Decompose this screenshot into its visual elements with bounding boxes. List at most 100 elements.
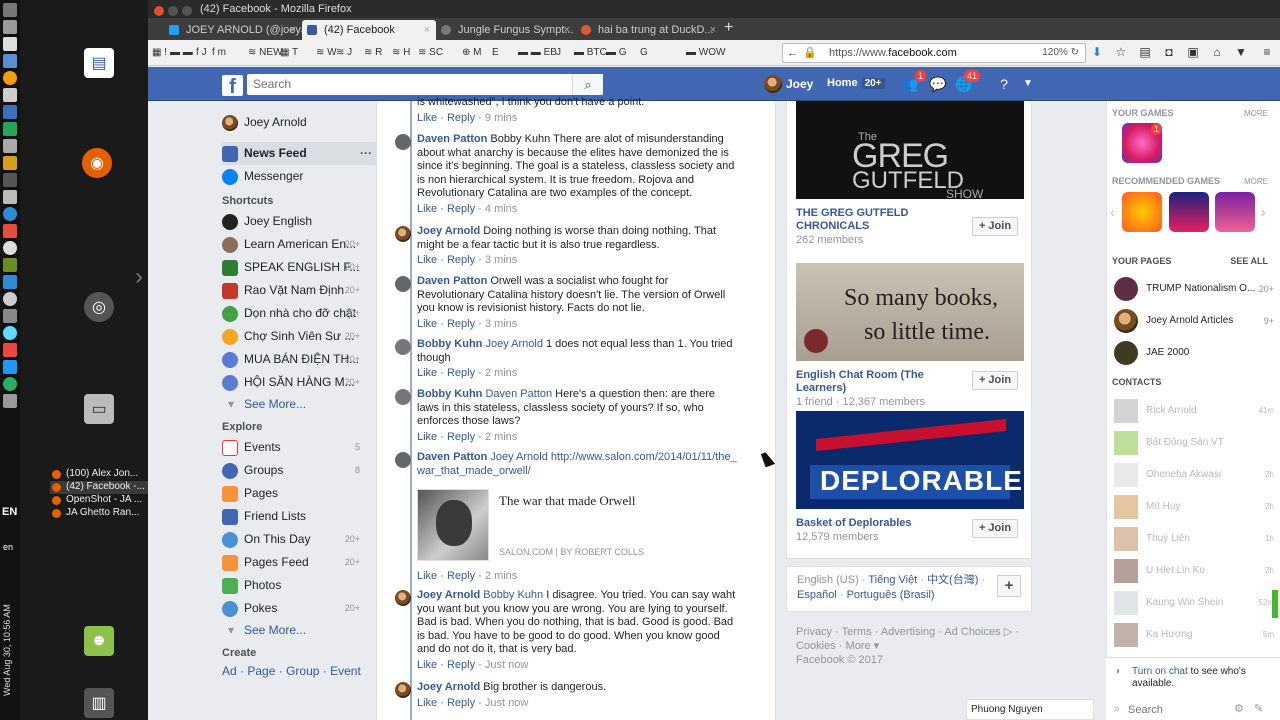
join-group-button[interactable]: + Join <box>972 217 1018 236</box>
account-menu-icon[interactable]: ▼ <box>1018 75 1038 93</box>
contact-item[interactable]: Bất Động Sản VT <box>1114 430 1274 456</box>
commenter-name[interactable]: Joey Arnold <box>417 589 480 601</box>
privacy-link[interactable]: Privacy <box>796 626 832 638</box>
bookmark-item[interactable]: f J <box>196 47 207 58</box>
messenger-icon[interactable]: 💬 <box>928 75 948 93</box>
like-link[interactable]: Like <box>417 697 437 709</box>
scrollbar-thumb[interactable] <box>1272 590 1278 618</box>
mention-link[interactable]: Joey Arnold <box>490 451 547 463</box>
ubuntu-icon[interactable]: ◎ <box>84 292 114 322</box>
turn-on-chat-link[interactable]: Turn on chat <box>1132 666 1188 677</box>
facebook-logo-icon[interactable]: f <box>222 75 243 96</box>
chat-tab[interactable]: Phuong Nguyen <box>966 699 1094 720</box>
commenter-name[interactable]: Daven Patton <box>417 451 487 463</box>
launcher-icon[interactable] <box>3 343 17 357</box>
reply-link[interactable]: Reply <box>447 659 475 671</box>
chevron-right-icon[interactable]: › <box>1261 204 1266 220</box>
shortcut-item[interactable]: MUA BÁN ĐIỆN TH... 20+ <box>222 348 368 371</box>
like-link[interactable]: Like <box>417 254 437 266</box>
language-link[interactable]: Español <box>797 589 837 601</box>
bookmark-item[interactable]: ≋ R <box>364 47 382 58</box>
launcher-icon[interactable] <box>3 105 17 119</box>
explore-item-on-this-day[interactable]: On This Day 20+ <box>222 528 368 551</box>
like-link[interactable]: Like <box>417 570 437 582</box>
reply-link[interactable]: Reply <box>447 367 475 379</box>
bookmark-item[interactable]: f m <box>212 47 226 58</box>
contact-item[interactable]: U Hlet Lin Ko 2h <box>1114 558 1274 584</box>
comment-time[interactable]: Just now <box>485 659 528 671</box>
language-indicator[interactable]: EN <box>2 506 17 518</box>
more-languages-button[interactable]: + <box>997 575 1021 597</box>
bookmark-item[interactable]: ▬ BTC <box>574 47 607 58</box>
bookmark-item[interactable]: ≋ SC <box>418 47 443 58</box>
ad-choices-link[interactable]: Ad Choices <box>944 626 1000 638</box>
shortcut-item[interactable]: Dọn nhà cho đỡ chật 20+ <box>222 302 368 325</box>
reading-list-icon[interactable]: ▤ <box>1138 45 1152 59</box>
taskbar-item[interactable]: (100) Alex Jon... <box>50 468 148 481</box>
bookmark-item[interactable]: ≋ W <box>316 47 337 58</box>
like-link[interactable]: Like <box>417 659 437 671</box>
commenter-name[interactable]: Bobby Kuhn <box>417 388 482 400</box>
launcher-icon[interactable] <box>3 309 17 323</box>
tab-jungle-fungus[interactable]: Jungle Fungus Sympt... × <box>436 20 576 40</box>
reply-link[interactable]: Reply <box>447 318 475 330</box>
link-preview-title[interactable]: The war that made Orwell <box>499 493 635 509</box>
trash-icon[interactable]: ▥ <box>84 688 114 718</box>
notifications-icon[interactable]: 🌐 41 <box>954 70 980 93</box>
archive-icon[interactable]: ▭ <box>84 394 114 424</box>
like-link[interactable]: Like <box>417 203 437 215</box>
page-item[interactable]: Joey Arnold Articles 9+ <box>1114 308 1274 334</box>
bookmark-item[interactable]: G <box>640 47 648 58</box>
launcher-icon[interactable] <box>3 394 17 408</box>
cookies-link[interactable]: Cookies <box>796 640 836 652</box>
see-more-shortcuts[interactable]: See More... <box>222 394 368 414</box>
comment-time[interactable]: 4 mins <box>485 203 517 215</box>
launcher-icon[interactable] <box>3 360 17 374</box>
launcher-icon[interactable] <box>3 3 17 17</box>
avatar[interactable] <box>395 134 411 150</box>
system-clock[interactable]: Wed Aug 30, 10:56 AM <box>2 600 12 700</box>
bookmark-item[interactable]: J <box>556 47 561 58</box>
close-icon[interactable]: × <box>710 20 716 40</box>
sync-icon[interactable]: ▼ <box>1234 45 1248 59</box>
page-item[interactable]: TRUMP Nationalism O... 20+ <box>1114 276 1274 302</box>
explore-item-events[interactable]: Events 5 <box>222 436 368 459</box>
chevron-left-icon[interactable]: ‹ <box>1110 204 1115 220</box>
nav-item-messenger[interactable]: Messenger <box>222 165 368 188</box>
language-link[interactable]: Tiếng Việt <box>868 574 917 586</box>
comment-time[interactable]: 3 mins <box>485 254 517 266</box>
maximize-window-button[interactable] <box>182 6 192 16</box>
commenter-name[interactable]: Daven Patton <box>417 133 487 145</box>
page-item[interactable]: JAE 2000 <box>1114 340 1274 366</box>
mention-link[interactable]: Bobby Kuhn <box>483 589 543 601</box>
bookmark-item[interactable]: ≋ NEW <box>248 47 283 58</box>
search-icon[interactable]: ⌕ <box>572 74 603 95</box>
shortcut-item[interactable]: Rao Vặt Nam Định 20+ <box>222 279 368 302</box>
create-event-link[interactable]: Event <box>330 664 361 678</box>
close-window-button[interactable] <box>154 6 164 16</box>
comment-time[interactable]: Just now <box>485 697 528 709</box>
bookmark-item[interactable]: ≋ J <box>336 47 352 58</box>
reply-link[interactable]: Reply <box>447 203 475 215</box>
launcher-icon[interactable] <box>3 241 17 255</box>
friend-requests-icon[interactable]: 👥 1 <box>900 70 926 93</box>
like-link[interactable]: Like <box>417 367 437 379</box>
reply-link[interactable]: Reply <box>447 431 475 443</box>
join-group-button[interactable]: + Join <box>972 519 1018 538</box>
launcher-icon[interactable] <box>3 88 17 102</box>
comment-time[interactable]: 9 mins <box>485 112 517 124</box>
bookmark-item[interactable]: ▬ ▬ EB <box>518 47 557 58</box>
new-tab-button[interactable]: + <box>724 19 733 37</box>
tab-twitter[interactable]: JOEY ARNOLD (@joeya... × <box>164 20 302 40</box>
avatar[interactable] <box>395 590 411 606</box>
game-icon[interactable] <box>1122 192 1162 232</box>
see-all-pages-link[interactable]: SEE ALL <box>1230 256 1268 266</box>
bookmark-item[interactable]: ▬ WOW <box>686 47 725 58</box>
create-page-link[interactable]: Page <box>247 664 275 678</box>
reply-link[interactable]: Reply <box>447 697 475 709</box>
bookmark-folder-icon[interactable]: ▬ ▬ <box>170 47 193 58</box>
download-icon[interactable]: ⬇ <box>1090 45 1104 59</box>
candy-crush-game-icon[interactable]: 1 <box>1122 123 1162 163</box>
avatar[interactable] <box>395 226 411 242</box>
more-options-icon[interactable]: ··· <box>360 142 372 165</box>
